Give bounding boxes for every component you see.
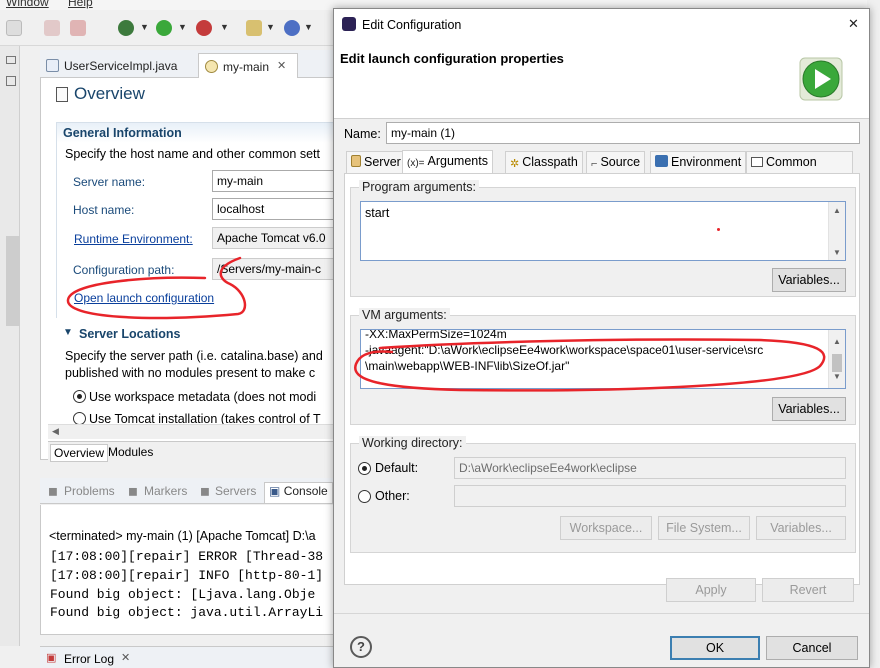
annotation-overlay <box>66 256 826 392</box>
annotation-circle-launch-link <box>66 256 247 320</box>
annotation-circle-vm-arguments <box>354 338 826 392</box>
